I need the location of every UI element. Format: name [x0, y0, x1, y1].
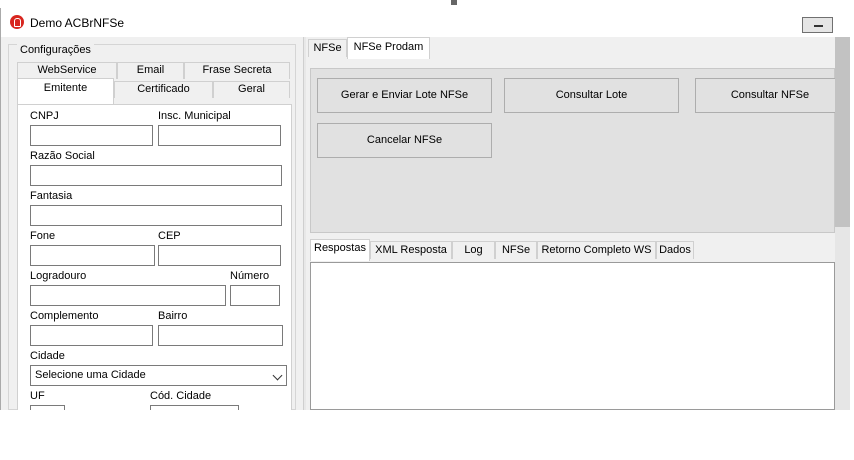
- cnpj-label: CNPJ: [30, 110, 59, 122]
- scrollbar-thumb[interactable]: [835, 37, 850, 227]
- cidade-select-value: Selecione uma Cidade: [35, 369, 146, 381]
- app-icon: [10, 15, 24, 29]
- tab-email[interactable]: Email: [117, 62, 184, 79]
- tab-respostas[interactable]: Respostas: [310, 239, 370, 261]
- complemento-label: Complemento: [30, 310, 99, 322]
- cidade-select[interactable]: Selecione uma Cidade: [30, 365, 287, 386]
- tab-geral[interactable]: Geral: [213, 81, 290, 98]
- bairro-field[interactable]: [158, 325, 283, 346]
- uf-field[interactable]: [30, 405, 65, 410]
- razao-social-label: Razão Social: [30, 150, 95, 162]
- cnpj-field[interactable]: [30, 125, 153, 146]
- actions-panel: Gerar e Enviar Lote NFSe Consultar Lote …: [310, 68, 845, 233]
- insc-municipal-field[interactable]: [158, 125, 281, 146]
- bairro-label: Bairro: [158, 310, 188, 322]
- cep-label: CEP: [158, 230, 181, 242]
- logradouro-field[interactable]: [30, 285, 226, 306]
- tab-nfse[interactable]: NFSe: [308, 39, 347, 57]
- tab-certificado[interactable]: Certificado: [114, 81, 213, 98]
- respostas-memo[interactable]: [310, 262, 835, 410]
- numero-field[interactable]: [230, 285, 280, 306]
- cidade-label: Cidade: [30, 350, 65, 362]
- cep-field[interactable]: [158, 245, 281, 266]
- app-window: Demo ACBrNFSe Configurações WebService E…: [0, 8, 850, 410]
- consultar-lote-button[interactable]: Consultar Lote: [504, 78, 679, 113]
- tab-xml-resposta[interactable]: XML Resposta: [370, 241, 452, 259]
- complemento-field[interactable]: [30, 325, 153, 346]
- consultar-nfse-button[interactable]: Consultar NFSe: [695, 78, 845, 113]
- top-edge-grip: [451, 0, 457, 5]
- tab-dados[interactable]: Dados: [656, 241, 694, 259]
- tab-webservice[interactable]: WebService: [17, 62, 117, 79]
- horizontal-splitter[interactable]: [307, 234, 835, 238]
- title-bar: Demo ACBrNFSe: [1, 8, 850, 37]
- cancelar-nfse-button[interactable]: Cancelar NFSe: [317, 123, 492, 158]
- minimize-button[interactable]: [802, 17, 833, 33]
- splitter[interactable]: [303, 37, 306, 410]
- uf-label: UF: [30, 390, 45, 402]
- fone-field[interactable]: [30, 245, 155, 266]
- tab-nfse-resp[interactable]: NFSe: [495, 241, 537, 259]
- razao-social-field[interactable]: [30, 165, 282, 186]
- fantasia-field[interactable]: [30, 205, 282, 226]
- tab-retorno-completo-ws[interactable]: Retorno Completo WS: [537, 241, 656, 259]
- logradouro-label: Logradouro: [30, 270, 87, 282]
- cod-cidade-label: Cód. Cidade: [150, 390, 212, 402]
- window-title: Demo ACBrNFSe: [30, 16, 125, 30]
- tab-emitente[interactable]: Emitente: [17, 78, 114, 105]
- cod-cidade-field[interactable]: [150, 405, 239, 410]
- numero-label: Número: [230, 270, 270, 282]
- emitente-panel: CNPJ Insc. Municipal Razão Social Fantas…: [17, 104, 292, 410]
- tab-log[interactable]: Log: [452, 241, 495, 259]
- fone-label: Fone: [30, 230, 56, 242]
- gerar-enviar-lote-button[interactable]: Gerar e Enviar Lote NFSe: [317, 78, 492, 113]
- fantasia-label: Fantasia: [30, 190, 73, 202]
- insc-municipal-label: Insc. Municipal: [158, 110, 231, 122]
- chevron-down-icon: [272, 370, 283, 381]
- tab-nfse-prodam[interactable]: NFSe Prodam: [347, 37, 430, 59]
- tab-frase-secreta[interactable]: Frase Secreta: [184, 62, 290, 79]
- config-group-caption: Configurações: [17, 44, 94, 56]
